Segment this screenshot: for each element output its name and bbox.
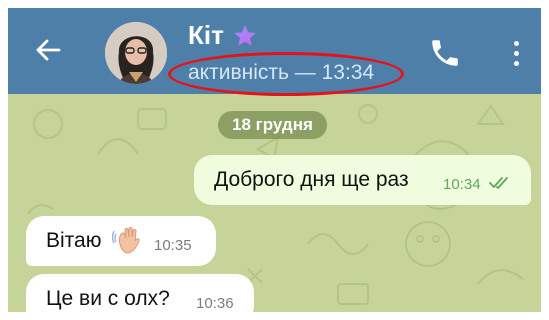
more-vertical-icon (513, 40, 519, 46)
message-incoming[interactable]: Вітаю 10:35 (26, 216, 216, 266)
message-incoming[interactable]: Це ви с олх? 10:36 (26, 274, 254, 312)
chat-header: Кіт активність — 13:34 (8, 8, 541, 96)
star-icon (233, 24, 256, 46)
double-check-icon (489, 177, 508, 189)
date-separator: 18 грудня (218, 111, 327, 139)
arrow-left-icon (36, 39, 61, 61)
waving-hand-icon (112, 227, 140, 254)
message-text: Доброго дня ще раз (214, 168, 409, 191)
message-outgoing[interactable]: Доброго дня ще раз 10:34 (194, 155, 531, 205)
contact-name: Кіт (188, 20, 224, 50)
message-text: Вітаю (46, 229, 102, 252)
highlight-ellipse (168, 52, 404, 96)
phone-icon (432, 40, 458, 66)
avatar[interactable] (105, 22, 167, 84)
message-time: 10:36 (196, 295, 234, 312)
message-text: Це ви с олх? (46, 287, 170, 310)
more-vertical-icon (513, 50, 519, 56)
message-time: 10:34 (443, 176, 481, 193)
contact-name-row[interactable]: Кіт (188, 20, 258, 51)
more-options-button[interactable] (504, 36, 528, 70)
chat-screen: Кіт активність — 13:34 18 грудня Доброго… (8, 8, 541, 312)
back-button[interactable] (30, 32, 66, 68)
call-button[interactable] (428, 36, 462, 70)
message-time: 10:35 (154, 237, 192, 254)
more-vertical-icon (513, 60, 519, 66)
avatar-image (105, 22, 167, 84)
